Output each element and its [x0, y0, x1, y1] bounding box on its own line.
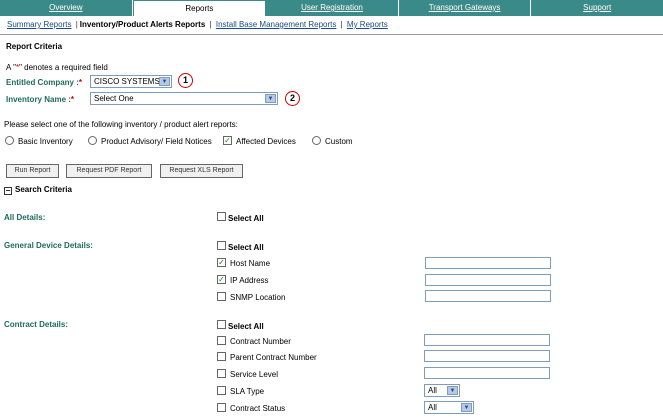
entitled-company-select[interactable]: CISCO SYSTEMS ▼: [90, 75, 172, 88]
inventory-name-select[interactable]: Select One ▼: [90, 92, 278, 105]
general-details-label: General Device Details:: [4, 241, 93, 250]
contract-number-label: Contract Number: [230, 337, 291, 346]
checkbox-parent-contract-number[interactable]: [217, 352, 226, 361]
radio-basic-inventory[interactable]: [5, 136, 14, 145]
all-details-label: All Details:: [4, 213, 46, 222]
entitled-company-label: Entitled Company :*: [6, 78, 83, 87]
select-all-label: Select All: [228, 214, 264, 223]
checkbox-sla-type[interactable]: [217, 386, 226, 395]
link-inventory-reports[interactable]: Inventory/Product Alerts Reports: [80, 20, 206, 29]
checkbox-select-all-contract[interactable]: [217, 320, 226, 329]
contract-status-select[interactable]: All ▼: [424, 401, 474, 414]
inventory-name-value: Select One: [94, 94, 134, 103]
callout-1: 1: [178, 73, 193, 88]
chevron-down-icon: ▼: [159, 77, 170, 86]
contract-status-value: All: [428, 403, 437, 412]
chevron-down-icon: ▼: [265, 94, 276, 103]
checkbox-ip-address[interactable]: ✓: [217, 275, 226, 284]
link-summary-reports[interactable]: Summary Reports: [7, 20, 71, 29]
report-type-prompt: Please select one of the following inven…: [4, 120, 238, 129]
tab-transport-gateways[interactable]: Transport Gateways: [399, 0, 532, 16]
run-report-button[interactable]: Run Report: [6, 164, 59, 178]
label-custom: Custom: [325, 137, 353, 146]
tab-reports[interactable]: Reports: [132, 0, 267, 16]
report-criteria-title: Report Criteria: [6, 42, 63, 51]
separator: |: [340, 20, 343, 29]
ip-address-input[interactable]: [425, 274, 551, 286]
host-name-label: Host Name: [230, 259, 271, 268]
sla-type-select[interactable]: All ▼: [424, 384, 460, 397]
contract-details-label: Contract Details:: [4, 320, 69, 329]
divider: [0, 34, 663, 35]
select-all-label: Select All: [228, 322, 264, 331]
checkbox-select-all-general[interactable]: [217, 241, 226, 250]
chevron-down-icon: ▼: [447, 386, 458, 395]
chevron-down-icon: ▼: [461, 403, 472, 412]
snmp-location-label: SNMP Location: [230, 293, 286, 302]
host-name-input[interactable]: [425, 257, 551, 269]
checkbox-contract-status[interactable]: [217, 403, 226, 412]
label-basic-inventory: Basic Inventory: [18, 137, 73, 146]
checkbox-contract-number[interactable]: [217, 336, 226, 345]
sla-type-label: SLA Type: [230, 387, 265, 396]
checkbox-select-all[interactable]: [217, 212, 226, 221]
request-xls-button[interactable]: Request XLS Report: [160, 164, 243, 178]
request-pdf-button[interactable]: Request PDF Report: [66, 164, 152, 178]
search-criteria-title: Search Criteria: [15, 185, 72, 194]
sla-type-value: All: [428, 386, 437, 395]
radio-product-advisory[interactable]: [88, 136, 97, 145]
link-install-base-reports[interactable]: Install Base Management Reports: [216, 20, 337, 29]
tab-support[interactable]: Support: [531, 0, 663, 16]
separator: |: [75, 20, 78, 29]
collapse-icon[interactable]: −: [4, 187, 12, 195]
top-navigation: Overview Reports User Registration Trans…: [0, 0, 663, 16]
parent-contract-number-label: Parent Contract Number: [230, 353, 317, 362]
contract-status-label: Contract Status: [230, 404, 286, 413]
tab-overview[interactable]: Overview: [0, 0, 133, 16]
checkbox-snmp-location[interactable]: [217, 292, 226, 301]
radio-affected-devices[interactable]: ✓: [223, 136, 232, 145]
required-note: A "*" denotes a required field: [6, 63, 108, 72]
parent-contract-number-input[interactable]: [424, 350, 550, 362]
radio-custom[interactable]: [312, 136, 321, 145]
link-my-reports[interactable]: My Reports: [347, 20, 388, 29]
sub-navigation: Summary Reports | Inventory/Product Alert…: [7, 20, 388, 29]
snmp-location-input[interactable]: [425, 290, 551, 302]
contract-number-input[interactable]: [424, 334, 550, 346]
service-level-input[interactable]: [424, 367, 550, 379]
service-level-label: Service Level: [230, 370, 279, 379]
separator: |: [209, 20, 212, 29]
checkbox-host-name[interactable]: ✓: [217, 258, 226, 267]
label-product-advisory: Product Advisory/ Field Notices: [101, 137, 212, 146]
ip-address-label: IP Address: [230, 276, 269, 285]
checkbox-service-level[interactable]: [217, 369, 226, 378]
inventory-name-label: Inventory Name :*: [6, 95, 75, 104]
label-affected-devices: Affected Devices: [236, 137, 296, 146]
callout-2: 2: [285, 91, 300, 106]
select-all-label: Select All: [228, 243, 264, 252]
tab-user-registration[interactable]: User Registration: [266, 0, 399, 16]
entitled-company-value: CISCO SYSTEMS: [94, 77, 160, 86]
